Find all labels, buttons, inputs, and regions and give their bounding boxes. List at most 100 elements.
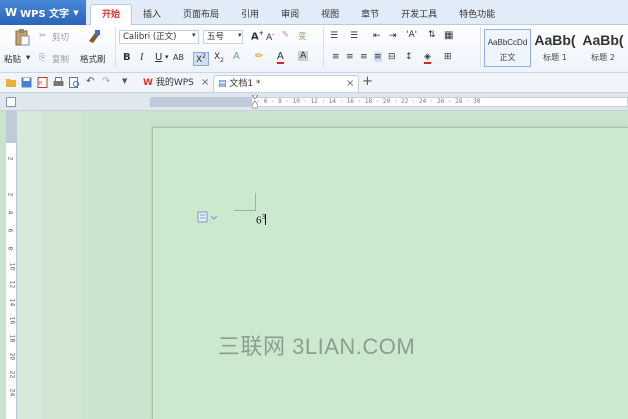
- underline-icon[interactable]: U: [155, 52, 162, 63]
- char-shading-icon[interactable]: A: [298, 51, 309, 61]
- subscript-icon[interactable]: X2: [214, 52, 224, 64]
- close-icon[interactable]: ×: [346, 76, 354, 92]
- grow-font-icon[interactable]: A+: [251, 30, 264, 42]
- chevron-down-icon[interactable]: ▾: [165, 53, 169, 61]
- paragraph-layout-icon[interactable]: [197, 211, 219, 223]
- chinese-layout-icon[interactable]: 'A': [406, 30, 417, 40]
- increase-indent-icon[interactable]: ⇥: [389, 31, 397, 41]
- sort-icon[interactable]: ⇅: [428, 30, 436, 40]
- format-painter-icon[interactable]: [87, 29, 101, 45]
- chevron-down-icon[interactable]: ▾: [238, 31, 242, 39]
- vertical-ruler-margin: [6, 111, 17, 143]
- superscript-icon[interactable]: X2: [193, 52, 209, 66]
- cut-button[interactable]: 剪切: [52, 31, 69, 43]
- highlight-icon[interactable]: ✏: [255, 51, 263, 62]
- tab-view[interactable]: 视图: [310, 5, 350, 25]
- style-label: 正文: [499, 53, 516, 62]
- bullet-list-icon[interactable]: ☰: [330, 31, 338, 41]
- new-tab-icon[interactable]: +: [362, 74, 373, 89]
- tab-section[interactable]: 章节: [350, 5, 390, 25]
- numbered-list-icon[interactable]: ☰: [350, 31, 358, 41]
- separator: [323, 27, 324, 67]
- chevron-down-icon: ▼: [73, 8, 79, 17]
- tab-home[interactable]: 开始: [90, 4, 133, 25]
- shrink-font-icon[interactable]: A-: [266, 31, 274, 43]
- tab-review[interactable]: 审阅: [270, 5, 310, 25]
- doc-tab-document1[interactable]: ▤ 文档1 * ×: [213, 75, 359, 92]
- chevron-down-icon[interactable]: ▾: [192, 31, 196, 39]
- close-icon[interactable]: ×: [201, 75, 209, 91]
- style-label: 标题 2: [591, 53, 615, 62]
- align-right-icon[interactable]: ≡: [360, 52, 368, 62]
- font-size-value: 五号: [207, 32, 225, 42]
- font-family-value: Calibri (正文): [123, 32, 177, 42]
- phonetic-icon[interactable]: 变: [298, 30, 307, 42]
- decrease-indent-icon[interactable]: ⇤: [373, 31, 381, 41]
- export-pdf-icon[interactable]: P: [37, 77, 48, 88]
- print-icon[interactable]: [53, 77, 64, 88]
- margin-corner-mark: [234, 193, 256, 211]
- copy-icon[interactable]: ⎘: [39, 53, 46, 63]
- style-label: 标题 1: [543, 53, 567, 62]
- align-center-icon[interactable]: ≡: [346, 52, 354, 62]
- copy-button[interactable]: 复制: [52, 53, 69, 65]
- strikethrough-icon[interactable]: AB: [173, 53, 184, 62]
- text-effect-icon[interactable]: A: [233, 51, 240, 62]
- undo-icon[interactable]: ↶: [86, 76, 94, 87]
- vertical-ruler[interactable]: 4 2 2 4 6 8 10 12 14 16 18 20 22 24: [6, 111, 17, 419]
- font-color-icon[interactable]: A: [277, 51, 284, 64]
- chevron-down-icon[interactable]: ▼: [122, 77, 127, 85]
- doc-tab-my-wps[interactable]: W 我的WPS ×: [139, 75, 211, 92]
- redo-icon[interactable]: ↷: [102, 76, 110, 87]
- border-icon[interactable]: ⊞: [444, 52, 452, 62]
- wps-logo-icon: W: [5, 6, 18, 19]
- tab-stop-selector[interactable]: [6, 97, 16, 107]
- tab-page-layout[interactable]: 页面布局: [172, 5, 230, 25]
- table-grid-icon[interactable]: ▦: [444, 30, 453, 41]
- quick-access-bar: P ↶ ↷ ▼ W 我的WPS × ▤ 文档1 * × +: [0, 73, 628, 93]
- font-size-select[interactable]: 五号: [203, 30, 243, 44]
- workspace-shade: [42, 111, 82, 419]
- tab-special[interactable]: 特色功能: [448, 5, 506, 25]
- ruler-margin-left: [150, 97, 252, 107]
- wps-menu-button[interactable]: W WPS 文字 ▼: [0, 0, 86, 25]
- title-bar: W WPS 文字 ▼ 开始 插入 页面布局 引用 审阅 视图 章节 开发工具 特…: [0, 0, 628, 25]
- clear-format-icon[interactable]: ✎: [282, 30, 289, 40]
- open-folder-icon[interactable]: [6, 77, 17, 88]
- horizontal-ruler: 6 · 4 · 2 · · · 2 · 4 · 6 · 8 · 10 · 12 …: [0, 93, 628, 111]
- italic-icon[interactable]: I: [140, 52, 143, 63]
- format-painter-button[interactable]: 格式刷: [80, 53, 106, 65]
- distribute-icon[interactable]: ⊟: [388, 52, 396, 62]
- doc-tab-label: 我的WPS: [155, 78, 194, 88]
- app-name: WPS 文字: [20, 9, 70, 20]
- style-sample: AaBbCcDd: [487, 38, 528, 47]
- paste-button[interactable]: 粘贴: [4, 53, 21, 65]
- doc-tab-label: 文档1 *: [229, 79, 261, 89]
- cut-icon[interactable]: ✂: [39, 31, 46, 41]
- tab-insert[interactable]: 插入: [132, 5, 172, 25]
- chevron-down-icon[interactable]: ▾: [26, 53, 30, 63]
- print-preview-icon[interactable]: [69, 77, 80, 88]
- save-icon[interactable]: [21, 77, 32, 88]
- indent-marker-icon[interactable]: [252, 95, 258, 109]
- line-spacing-icon[interactable]: ↕: [405, 52, 413, 62]
- style-heading-2[interactable]: AaBb( 标题 2: [578, 29, 628, 67]
- bold-icon[interactable]: B: [123, 52, 131, 63]
- document-text[interactable]: 63: [256, 213, 266, 227]
- align-left-icon[interactable]: ≡: [332, 52, 340, 62]
- shading-icon[interactable]: ◈: [424, 52, 431, 64]
- paste-icon[interactable]: [14, 28, 30, 46]
- tab-references[interactable]: 引用: [230, 5, 270, 25]
- ribbon: 粘贴 ▾ ✂ 剪切 ⎘ 复制 格式刷 Calibri (正文) ▾ 五号 ▾ A…: [0, 25, 628, 73]
- align-justify-icon[interactable]: ≡: [374, 52, 382, 62]
- text-caret: [265, 213, 266, 225]
- tab-developer[interactable]: 开发工具: [390, 5, 448, 25]
- document-page[interactable]: [152, 127, 628, 419]
- watermark: 三联网 3LIAN.COM: [218, 334, 416, 359]
- style-heading-1[interactable]: AaBb( 标题 1: [532, 29, 578, 67]
- style-sample: AaBb(: [534, 32, 576, 48]
- style-normal[interactable]: AaBbCcDd 正文: [484, 29, 531, 67]
- document-icon: ▤: [218, 79, 227, 89]
- workspace-shade: [17, 111, 42, 419]
- font-family-select[interactable]: Calibri (正文): [119, 30, 199, 44]
